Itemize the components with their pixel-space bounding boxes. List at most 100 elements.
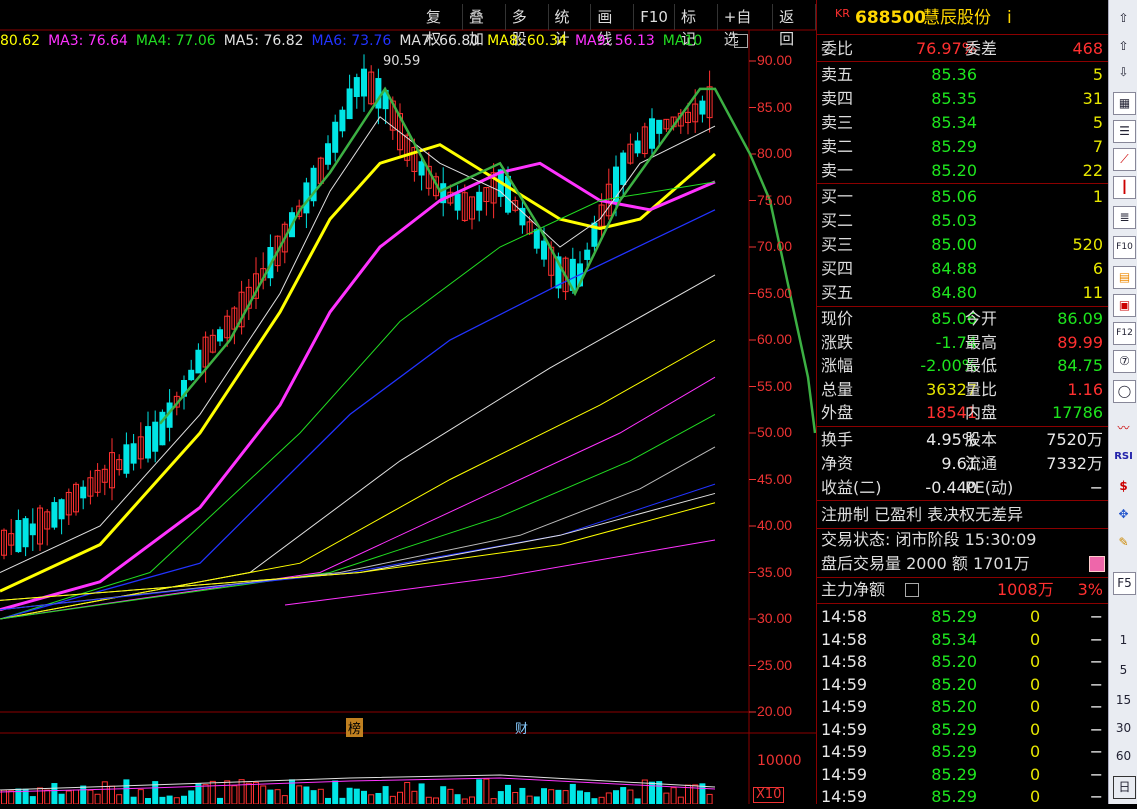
- toolbar-btn-8[interactable]: 返回: [773, 4, 816, 48]
- price-tick: 20.00: [757, 703, 793, 719]
- finance-marker[interactable]: 财: [515, 718, 528, 737]
- refresh-icon[interactable]: ◯: [1113, 380, 1136, 403]
- report-icon[interactable]: ▣: [1113, 294, 1136, 317]
- volume-bar: [325, 797, 331, 804]
- kline-canvas[interactable]: [0, 0, 816, 804]
- tick-price: 85.29: [931, 764, 977, 784]
- toolbar-btn-6[interactable]: 标记: [675, 4, 718, 48]
- tick-time: 14:59: [821, 719, 868, 739]
- volume-bar: [58, 793, 65, 804]
- volume-bar: [253, 781, 259, 804]
- toolbar-btn-4[interactable]: 画线: [591, 4, 635, 48]
- after-hours-chart-icon[interactable]: [1089, 556, 1105, 572]
- volume-bar: [209, 780, 216, 804]
- rsi-icon[interactable]: RSI: [1113, 446, 1134, 467]
- row-value-2: 1: [1092, 187, 1103, 206]
- price-tick: 30.00: [757, 610, 793, 626]
- toolbar-btn-2[interactable]: 多股: [506, 4, 549, 48]
- stock-info-icon[interactable]: i: [1007, 6, 1012, 30]
- rank-marker[interactable]: 榜: [346, 718, 364, 737]
- period-1[interactable]: 1: [1113, 630, 1134, 651]
- row-value-2: 520: [1072, 235, 1103, 254]
- tick-row: 14:59 85.29 0 −: [817, 763, 1107, 787]
- volume-bar: [613, 790, 619, 804]
- volume-bar: [505, 784, 511, 804]
- main-flow-value: 1008万: [997, 580, 1054, 599]
- wave-icon[interactable]: 〰: [1113, 418, 1134, 439]
- volume-unit[interactable]: X10: [753, 787, 785, 803]
- volume-bar: [188, 790, 195, 804]
- volume-bar: [490, 798, 497, 804]
- table-icon[interactable]: ▦: [1113, 92, 1136, 115]
- money-icon[interactable]: $: [1113, 476, 1134, 497]
- volume-bar: [281, 795, 288, 804]
- candle-body: [699, 100, 706, 115]
- kline-chart[interactable]: 复权 叠加 多股 统计 画线 F10 标记 +自选 返回 80.62 MA3: 76.64 MA4:…: [0, 0, 816, 804]
- weibi-label: 委比: [821, 39, 854, 58]
- period-60[interactable]: 60: [1113, 746, 1134, 767]
- candle-body: [80, 486, 87, 499]
- tick-flag: −: [1089, 674, 1103, 694]
- up-arrow-icon[interactable]: ⇧: [1113, 8, 1134, 29]
- news-icon[interactable]: ≣: [1113, 206, 1136, 229]
- period-F5[interactable]: F5: [1113, 572, 1136, 595]
- candle-body: [195, 349, 202, 374]
- ma-white: [0, 116, 716, 573]
- candle-body: [656, 119, 663, 134]
- calendar-icon[interactable]: ⑦: [1113, 350, 1136, 373]
- toolbar-btn-1[interactable]: 叠加: [463, 4, 506, 48]
- period-30[interactable]: 30: [1113, 718, 1134, 739]
- volume-bar: [389, 795, 396, 804]
- tick-flag: −: [1089, 742, 1103, 761]
- f12-icon[interactable]: F12: [1113, 322, 1136, 345]
- volume-bar: [562, 790, 569, 804]
- period-15[interactable]: 15: [1113, 690, 1134, 711]
- f10-icon[interactable]: F10: [1113, 236, 1136, 259]
- row-label: 买三: [821, 235, 854, 254]
- candle-body: [188, 369, 195, 381]
- tick-row: 14:59 85.29 0 −: [817, 785, 1107, 809]
- stock-header: KR 688500 慧辰股份 i: [817, 6, 1107, 32]
- volume-bar: [620, 787, 627, 804]
- row-label: 卖二: [821, 137, 854, 156]
- main-flow-menu-icon[interactable]: [905, 583, 919, 597]
- period-5[interactable]: 5: [1113, 660, 1134, 681]
- price-tick: 70.00: [757, 238, 793, 254]
- trade-status-row: 交易状态: 闭市阶段 15:30:09: [817, 528, 1107, 552]
- legend-toggle-icon[interactable]: [734, 34, 748, 48]
- line-chart-icon[interactable]: ⟋: [1113, 148, 1136, 171]
- volume-bar: [461, 798, 468, 804]
- price-tick: 45.00: [757, 470, 793, 487]
- row-value-2: 5: [1092, 65, 1103, 84]
- toolbar-btn-5[interactable]: F10: [634, 4, 675, 30]
- scroll-up-icon[interactable]: ⇧: [1113, 36, 1134, 57]
- toolbar-btn-3[interactable]: 统计: [549, 4, 592, 48]
- candle-body: [22, 518, 29, 548]
- pen-icon[interactable]: ✎: [1113, 532, 1134, 553]
- tick-row: 14:58 85.20 0 −: [817, 650, 1107, 674]
- kr-badge: KR: [835, 7, 850, 20]
- quote-panel: KR 688500 慧辰股份 i 委比 76.97% 委差 468 注册制 已盈…: [816, 0, 1109, 806]
- ask-row: 卖五 85.36 5: [817, 63, 1107, 87]
- price-tick: 75.00: [757, 191, 793, 208]
- move-icon[interactable]: ✥: [1113, 504, 1134, 525]
- row-label: 涨幅: [821, 356, 854, 375]
- main-flow-row[interactable]: 主力净额 1008万 3%: [817, 578, 1107, 602]
- list-icon[interactable]: ☰: [1113, 120, 1136, 143]
- tick-volume: 0: [1030, 674, 1041, 694]
- main-flow-label: 主力净额: [821, 580, 886, 599]
- kline-icon[interactable]: ┃: [1113, 176, 1136, 199]
- toolbar-btn-7[interactable]: +自选: [718, 4, 774, 48]
- tick-row: 14:59 85.20 0 −: [817, 673, 1107, 697]
- tick-row: 14:59 85.20 0 −: [817, 695, 1107, 719]
- row-label: 买五: [821, 283, 854, 302]
- volume-bar: [101, 781, 108, 804]
- notes-icon[interactable]: ▤: [1113, 266, 1136, 289]
- scroll-down-icon[interactable]: ⇩: [1113, 62, 1134, 83]
- quote-row: 涨幅 -2.00% 最低 84.75: [817, 354, 1107, 378]
- toolbar-btn-0[interactable]: 复权: [420, 4, 463, 48]
- ma-blue-2: [0, 483, 716, 611]
- volume-bar: [656, 781, 663, 804]
- period-日[interactable]: 日: [1113, 776, 1136, 799]
- volume-bar: [267, 789, 274, 804]
